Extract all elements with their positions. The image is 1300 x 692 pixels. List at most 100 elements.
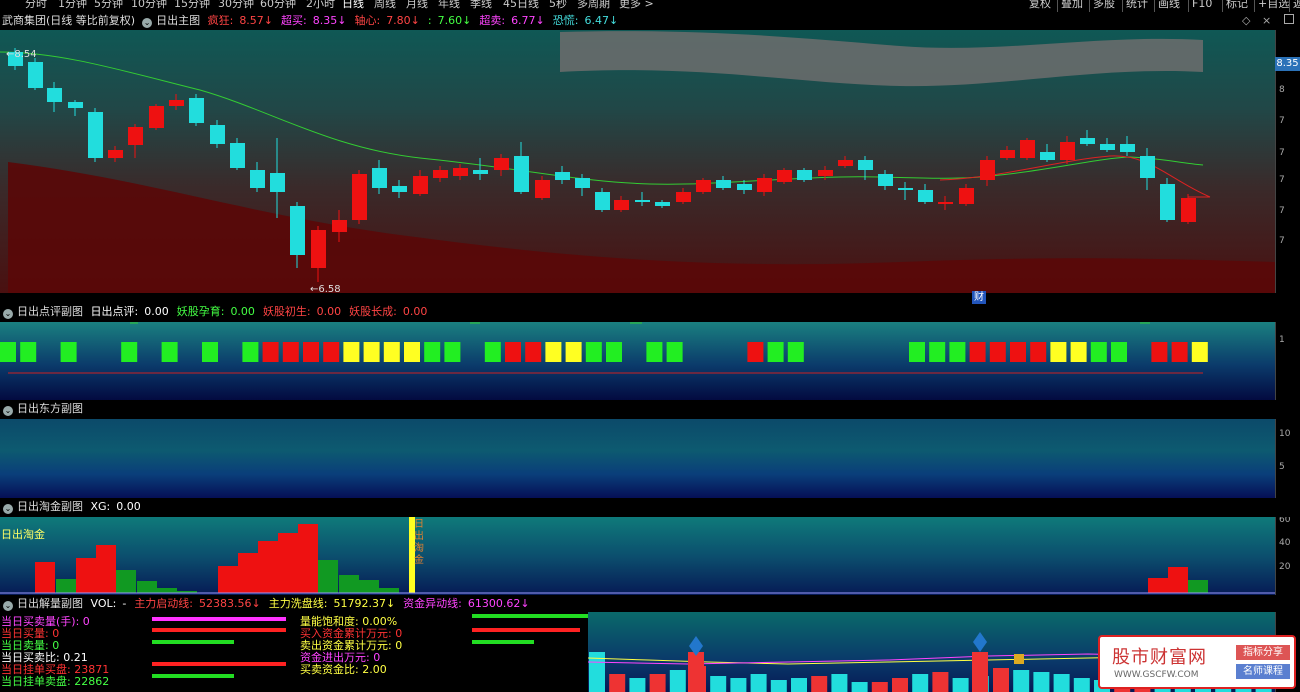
candlestick[interactable] [514, 142, 529, 194]
period-tab[interactable]: 45日线 [503, 0, 539, 11]
histogram-bar[interactable] [1188, 580, 1208, 593]
candlestick[interactable] [1040, 144, 1055, 162]
signal-square[interactable] [606, 342, 622, 362]
signal-square[interactable] [60, 342, 77, 362]
candlestick[interactable] [47, 82, 62, 112]
signal-square[interactable] [646, 342, 663, 362]
candlestick[interactable] [189, 94, 204, 126]
candlestick[interactable] [88, 108, 103, 162]
volume-bar[interactable] [912, 674, 929, 692]
candlestick[interactable] [392, 180, 407, 198]
signal-square[interactable] [1191, 342, 1208, 362]
volume-bar[interactable] [993, 668, 1009, 692]
signal-square[interactable] [424, 342, 441, 362]
signal-square[interactable] [1050, 342, 1067, 362]
candlestick[interactable] [676, 188, 691, 204]
candlestick[interactable] [453, 164, 468, 180]
candlestick[interactable] [938, 196, 953, 210]
volume-bar[interactable] [932, 672, 949, 692]
volume-bar[interactable] [770, 680, 787, 692]
sub2-name[interactable]: 日出东方副图 [17, 402, 83, 415]
signal-square[interactable] [242, 342, 259, 362]
candlestick[interactable] [614, 196, 629, 212]
sub4-name[interactable]: 日出解量副图 [17, 597, 83, 610]
signal-square[interactable] [202, 342, 218, 362]
histogram-bar[interactable] [35, 562, 55, 593]
candlestick[interactable] [1160, 178, 1175, 222]
signal-square[interactable] [747, 342, 764, 362]
volume-bar[interactable] [791, 678, 807, 692]
volume-bar[interactable] [730, 678, 747, 692]
signal-square[interactable] [949, 342, 966, 362]
toolbar-button[interactable]: 复权 [1029, 0, 1051, 11]
histogram-bar[interactable] [278, 533, 298, 593]
candlestick[interactable] [28, 58, 43, 90]
histogram-bar[interactable] [318, 560, 338, 593]
signal-square[interactable] [343, 342, 360, 362]
sub3-name[interactable]: 日出淘金副图 [17, 500, 83, 513]
candlestick[interactable] [494, 154, 509, 176]
candlestick[interactable] [595, 188, 610, 212]
candlestick[interactable] [1020, 138, 1035, 160]
signal-square[interactable] [262, 342, 279, 362]
main-chart[interactable]: ←8.54 ←6.58 [0, 30, 1275, 293]
signal-square[interactable] [525, 342, 542, 362]
tag-indicator-share[interactable]: 指标分享 [1236, 645, 1290, 660]
candlestick[interactable] [980, 156, 995, 186]
signal-square[interactable] [565, 342, 582, 362]
candlestick[interactable] [838, 156, 853, 168]
candlestick[interactable] [655, 200, 670, 208]
signal-square[interactable] [666, 342, 683, 362]
candlestick[interactable] [413, 170, 428, 196]
signal-square[interactable] [323, 342, 340, 362]
histogram-bar[interactable] [298, 524, 318, 593]
candlestick[interactable] [878, 170, 893, 190]
signal-square[interactable] [585, 342, 602, 362]
volume-bar[interactable] [972, 652, 988, 692]
candlestick[interactable] [898, 182, 913, 200]
candlestick[interactable] [555, 166, 570, 184]
period-tab[interactable]: 1分钟 [58, 0, 87, 11]
close-icon[interactable]: × [1262, 12, 1271, 30]
histogram-bar[interactable] [1148, 578, 1168, 593]
histogram-bar[interactable] [56, 579, 76, 593]
signal-square[interactable] [404, 342, 420, 362]
signal-square[interactable] [1010, 342, 1026, 362]
signal-square[interactable] [444, 342, 461, 362]
signal-square[interactable] [484, 342, 501, 362]
tag-teacher-course[interactable]: 名师课程 [1236, 664, 1290, 679]
candlestick[interactable] [433, 166, 448, 182]
signal-square[interactable] [1151, 342, 1168, 362]
candlestick[interactable] [270, 138, 285, 218]
candlestick[interactable] [959, 184, 974, 206]
signal-square[interactable] [929, 342, 946, 362]
signal-square[interactable] [20, 342, 37, 362]
toolbar-button[interactable]: 叠加 [1061, 0, 1083, 11]
toolbar-button[interactable]: 返 [1293, 0, 1300, 11]
period-tab[interactable]: 日线 [342, 0, 364, 11]
candlestick[interactable] [372, 160, 387, 194]
period-tab[interactable]: 10分钟 [131, 0, 167, 11]
candlestick[interactable] [68, 100, 83, 116]
candlestick[interactable] [1000, 146, 1015, 160]
candlestick[interactable] [535, 176, 550, 200]
period-tab[interactable]: 15分钟 [174, 0, 210, 11]
volume-bar[interactable] [649, 674, 666, 692]
sub2-chart[interactable] [0, 419, 1275, 498]
candlestick[interactable] [473, 158, 488, 180]
volume-bar[interactable] [1053, 674, 1070, 692]
collapse-icon[interactable]: ⌄ [142, 18, 153, 28]
signal-square[interactable] [969, 342, 986, 362]
signal-square[interactable] [0, 342, 16, 362]
signal-square[interactable] [767, 342, 784, 362]
volume-bar[interactable] [952, 678, 969, 692]
volume-bar[interactable] [710, 676, 727, 692]
period-tab[interactable]: 30分钟 [218, 0, 254, 11]
period-tab[interactable]: 2小时 [306, 0, 335, 11]
period-tab[interactable]: 月线 [406, 0, 428, 11]
period-tab[interactable]: 周线 [374, 0, 396, 11]
candlestick[interactable] [1100, 138, 1115, 152]
candlestick[interactable] [1060, 136, 1075, 164]
signal-square[interactable] [1171, 342, 1188, 362]
histogram-bar[interactable] [359, 580, 379, 593]
